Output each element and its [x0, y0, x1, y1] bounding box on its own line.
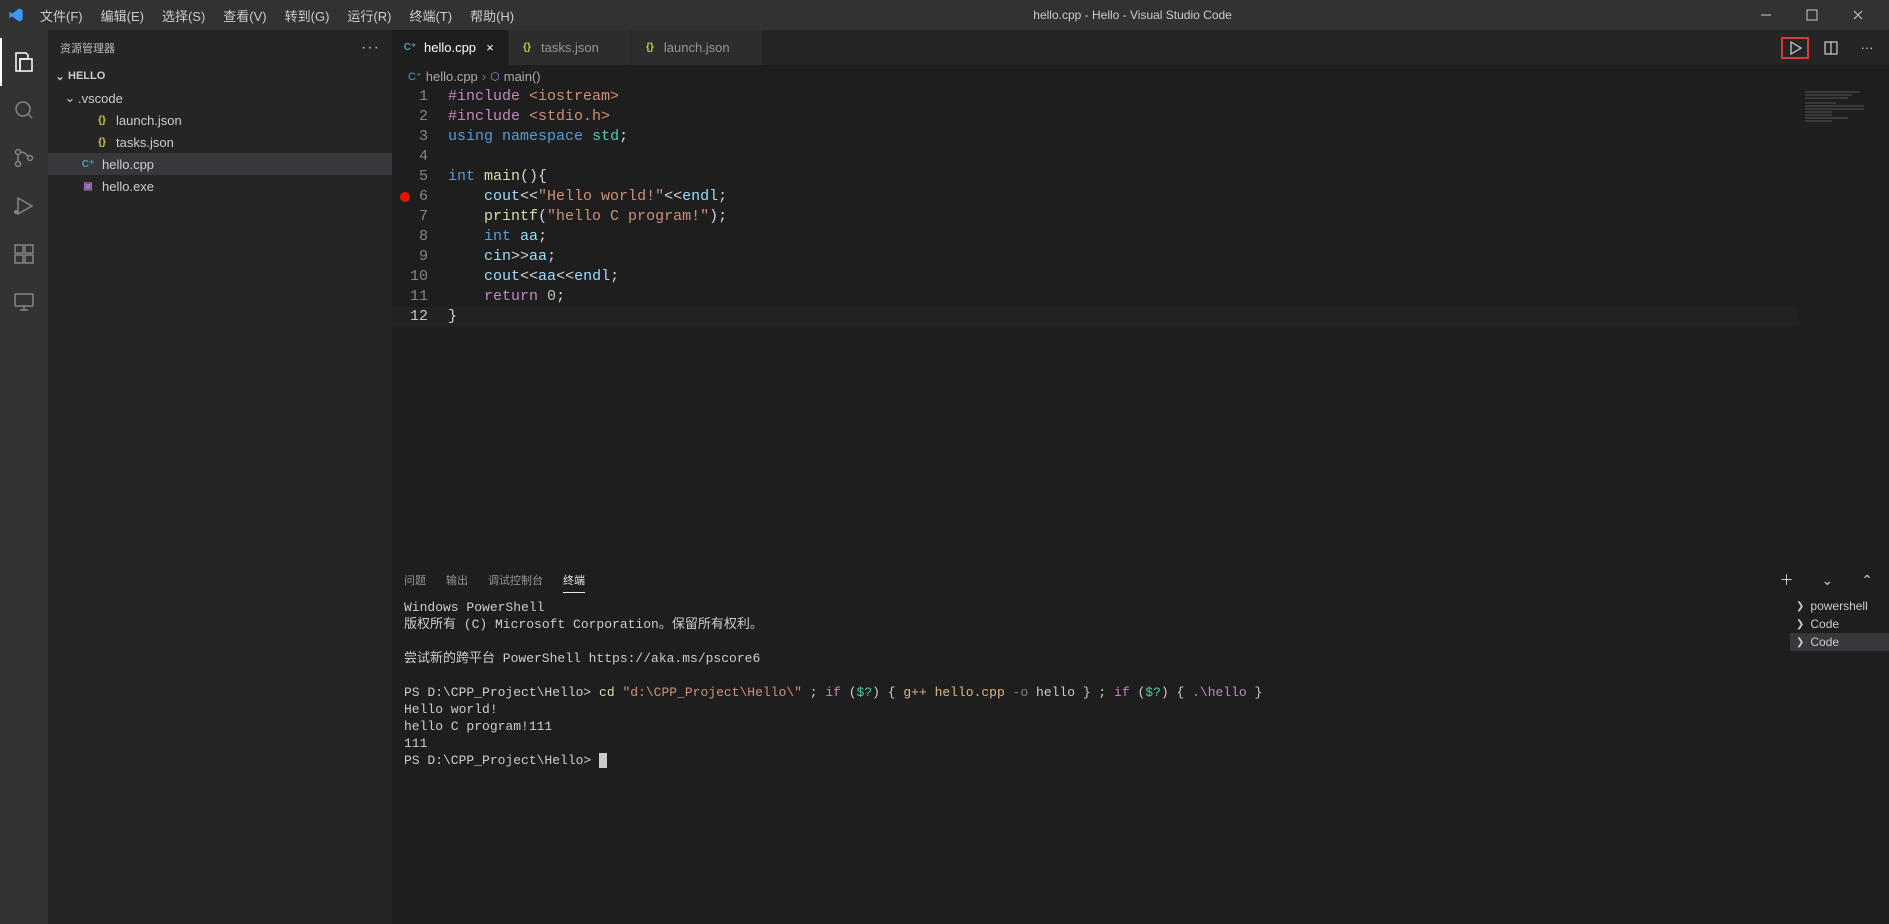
panel-tab-problems[interactable]: 问题 [404, 568, 426, 592]
activity-explorer[interactable] [0, 38, 48, 86]
chevron-down-icon: ⌄ [62, 90, 78, 106]
breadcrumb-file: hello.cpp [426, 69, 478, 84]
cpp-icon: C⁺ [408, 70, 422, 83]
file-label: tasks.json [116, 135, 174, 150]
code-editor[interactable]: 1#include <iostream> 2#include <stdio.h>… [392, 87, 1799, 564]
file-label: launch.json [116, 113, 182, 128]
terminal-output[interactable]: Windows PowerShell 版权所有 (C) Microsoft Co… [392, 595, 1789, 924]
file-label: hello.exe [102, 179, 154, 194]
sidebar-header: 资源管理器 ··· [48, 30, 392, 65]
menu-edit[interactable]: 编辑(E) [93, 2, 152, 29]
activity-remote[interactable] [0, 278, 48, 326]
activity-source-control[interactable] [0, 134, 48, 182]
window-controls [1743, 0, 1881, 30]
breadcrumb[interactable]: C⁺ hello.cpp › ⬡ main() [392, 65, 1889, 87]
panel-tab-debug-console[interactable]: 调试控制台 [488, 568, 543, 592]
sidebar-title: 资源管理器 [60, 40, 115, 56]
tab-label: launch.json [664, 40, 730, 55]
tab-label: hello.cpp [424, 40, 476, 55]
project-section-head[interactable]: ⌄ HELLO [48, 65, 392, 87]
file-hello-exe[interactable]: ▣ hello.exe [48, 175, 392, 197]
terminal-entry-code-1[interactable]: ❯ Code [1790, 615, 1889, 633]
chevron-down-icon: ⌄ [52, 70, 68, 83]
minimap[interactable] [1799, 87, 1889, 564]
vscode-logo-icon [8, 7, 24, 23]
activity-extensions[interactable] [0, 230, 48, 278]
run-code-button[interactable] [1781, 37, 1809, 59]
cpp-icon: C⁺ [80, 156, 96, 172]
file-launch-json[interactable]: {} launch.json [48, 109, 392, 131]
panel-tab-output[interactable]: 输出 [446, 568, 468, 592]
file-tasks-json[interactable]: {} tasks.json [48, 131, 392, 153]
tab-close-icon[interactable] [605, 40, 621, 55]
editor-actions: ··· [1773, 30, 1889, 65]
breadcrumb-symbol: main() [504, 69, 541, 84]
file-label: hello.cpp [102, 157, 154, 172]
terminal-entry-label: Code [1810, 617, 1839, 631]
editor-tabs: C⁺ hello.cpp × {} tasks.json {} launch.j… [392, 30, 1889, 65]
file-hello-cpp[interactable]: C⁺ hello.cpp [48, 153, 392, 175]
cube-icon: ⬡ [490, 70, 500, 83]
terminal-dropdown-button[interactable]: ⌄ [1818, 572, 1838, 589]
close-button[interactable] [1835, 0, 1881, 30]
terminal-entry-label: Code [1810, 635, 1839, 649]
activity-run-debug[interactable] [0, 182, 48, 230]
exe-icon: ▣ [80, 178, 96, 194]
breakpoint-icon[interactable] [400, 192, 410, 202]
menubar: 文件(F) 编辑(E) 选择(S) 查看(V) 转到(G) 运行(R) 终端(T… [32, 2, 522, 29]
terminal-icon: ❯ [1796, 619, 1804, 630]
tab-tasks-json[interactable]: {} tasks.json [509, 30, 632, 65]
title-bar: 文件(F) 编辑(E) 选择(S) 查看(V) 转到(G) 运行(R) 终端(T… [0, 0, 1889, 30]
folder-vscode[interactable]: ⌄ .vscode [48, 87, 392, 109]
maximize-panel-button[interactable]: ⌃ [1857, 572, 1877, 589]
menu-selection[interactable]: 选择(S) [154, 2, 213, 29]
project-name: HELLO [68, 70, 105, 82]
menu-run[interactable]: 运行(R) [339, 2, 399, 29]
terminal-icon: ❯ [1796, 601, 1804, 612]
cpp-icon: C⁺ [402, 40, 418, 56]
new-terminal-button[interactable]: ＋ [1776, 570, 1798, 590]
folder-label: .vscode [78, 91, 123, 106]
activity-bar [0, 30, 48, 924]
window-title: hello.cpp - Hello - Visual Studio Code [522, 8, 1743, 22]
panel-tabs: 问题 输出 调试控制台 终端 ＋ ⌄ ⌃ [392, 565, 1889, 595]
json-icon: {} [642, 40, 658, 56]
tab-close-icon[interactable] [736, 40, 752, 55]
breadcrumb-separator-icon: › [482, 69, 486, 84]
bottom-panel: 问题 输出 调试控制台 终端 ＋ ⌄ ⌃ Windows PowerShell … [392, 564, 1889, 924]
json-icon: {} [94, 112, 110, 128]
json-icon: {} [94, 134, 110, 150]
menu-go[interactable]: 转到(G) [277, 2, 338, 29]
terminal-list: ❯ powershell ❯ Code ❯ Code [1789, 595, 1889, 924]
menu-terminal[interactable]: 终端(T) [401, 2, 460, 29]
sidebar-explorer: 资源管理器 ··· ⌄ HELLO ⌄ .vscode {} launch.js… [48, 30, 392, 924]
terminal-icon: ❯ [1796, 637, 1804, 648]
panel-tab-terminal[interactable]: 终端 [563, 568, 585, 593]
tab-launch-json[interactable]: {} launch.json [632, 30, 763, 65]
terminal-cursor [599, 753, 607, 768]
menu-file[interactable]: 文件(F) [32, 2, 91, 29]
menu-help[interactable]: 帮助(H) [462, 2, 522, 29]
editor-more-button[interactable]: ··· [1853, 37, 1881, 59]
activity-search[interactable] [0, 86, 48, 134]
editor-group: C⁺ hello.cpp × {} tasks.json {} launch.j… [392, 30, 1889, 924]
terminal-entry-code-2[interactable]: ❯ Code [1790, 633, 1889, 651]
terminal-entry-powershell[interactable]: ❯ powershell [1790, 597, 1889, 615]
json-icon: {} [519, 40, 535, 56]
sidebar-more-icon[interactable]: ··· [361, 39, 380, 57]
split-editor-button[interactable] [1817, 37, 1845, 59]
menu-view[interactable]: 查看(V) [215, 2, 274, 29]
tab-hello-cpp[interactable]: C⁺ hello.cpp × [392, 30, 509, 65]
terminal-entry-label: powershell [1810, 599, 1867, 613]
tab-close-icon[interactable]: × [482, 40, 498, 55]
minimize-button[interactable] [1743, 0, 1789, 30]
tab-label: tasks.json [541, 40, 599, 55]
maximize-button[interactable] [1789, 0, 1835, 30]
